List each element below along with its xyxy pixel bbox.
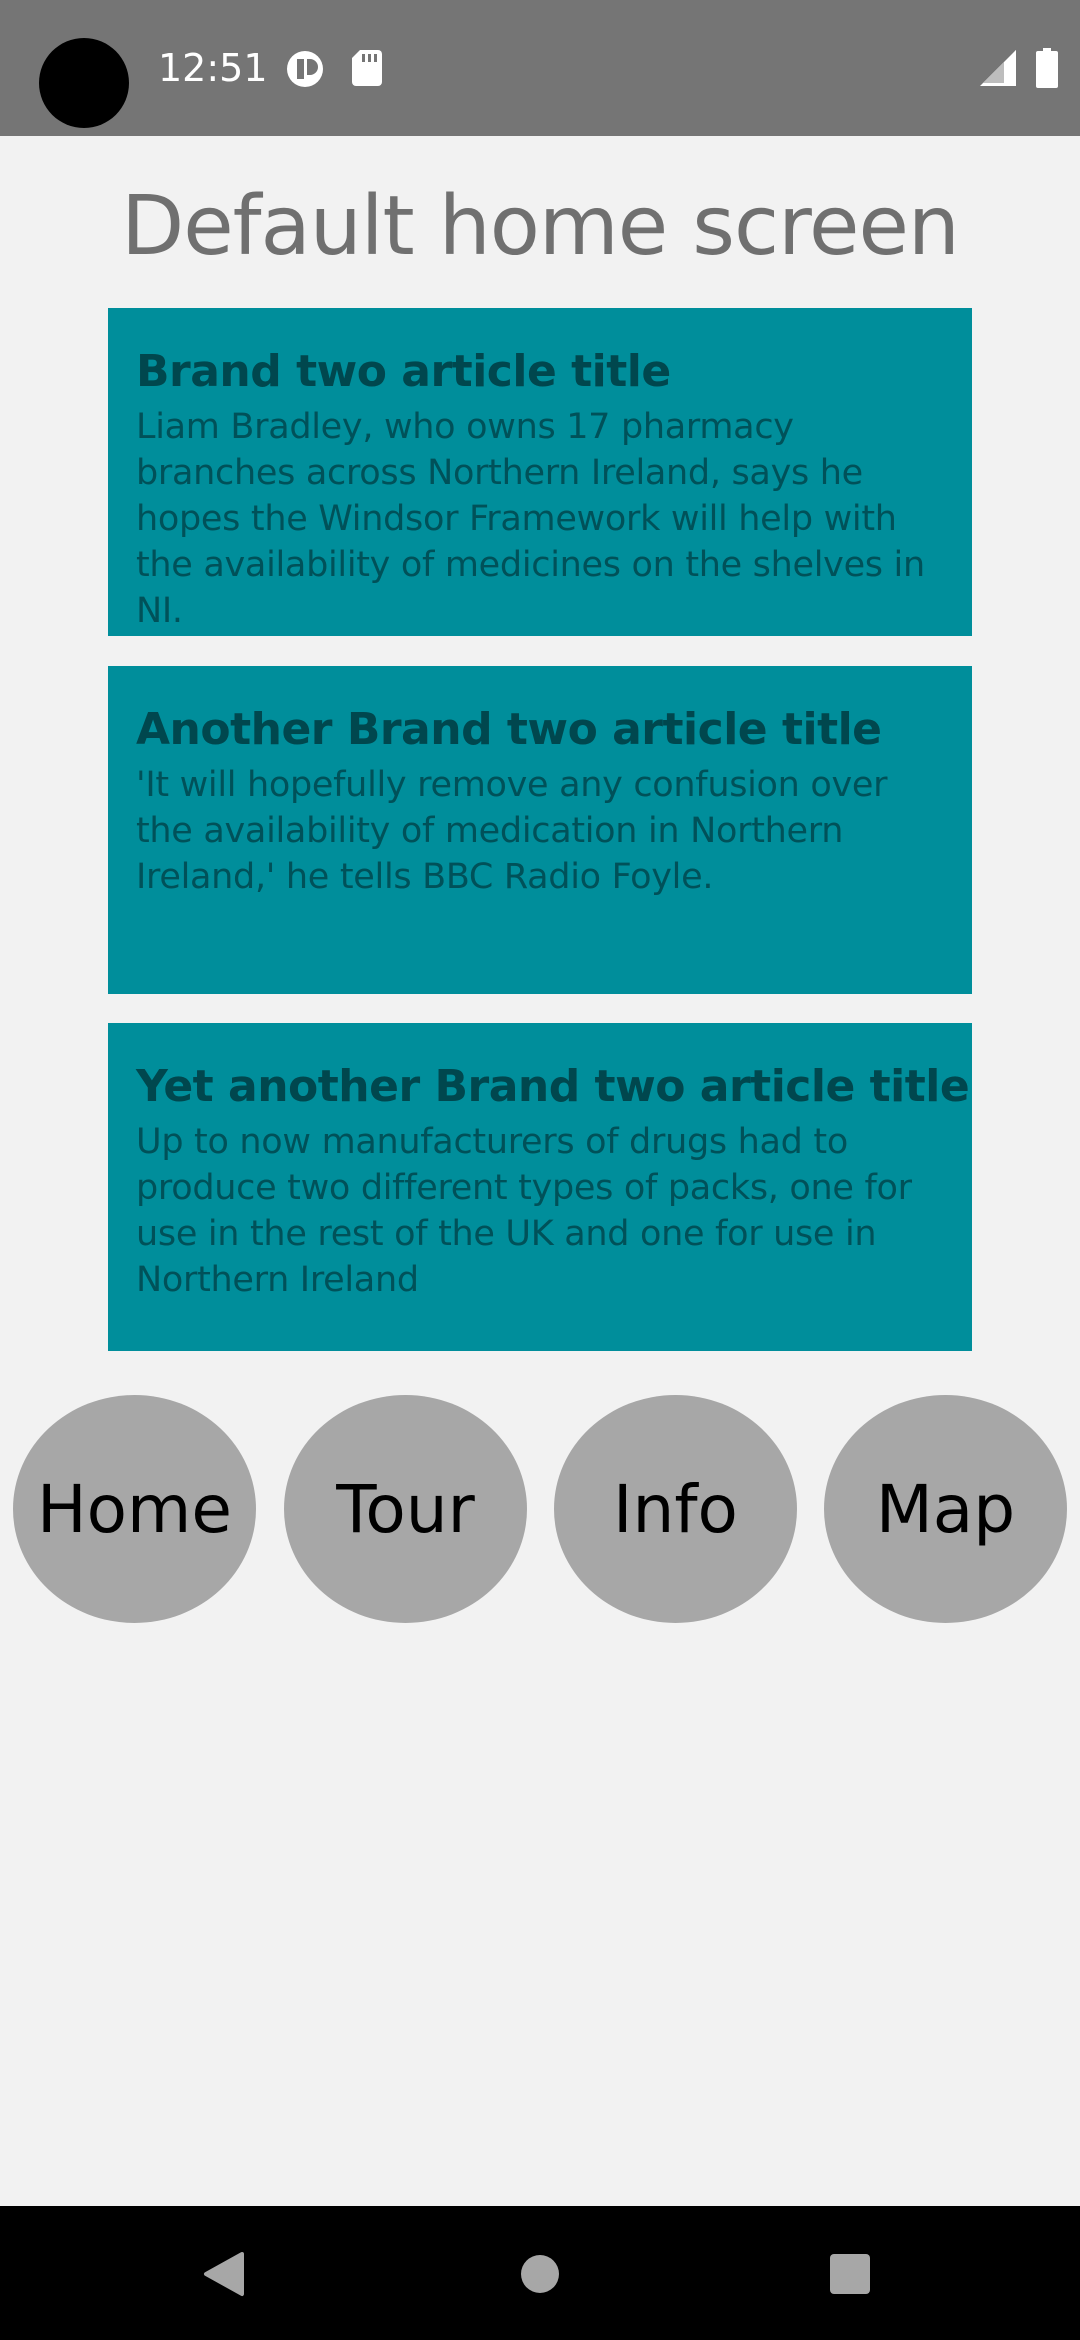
recents-icon[interactable] bbox=[829, 2253, 871, 2295]
app-notification-icon bbox=[287, 51, 323, 87]
article-card[interactable]: Another Brand two article title 'It will… bbox=[108, 666, 972, 994]
article-title: Brand two article title bbox=[136, 346, 671, 397]
camera-cutout bbox=[39, 38, 129, 128]
back-icon[interactable] bbox=[202, 2250, 246, 2298]
article-body: Liam Bradley, who owns 17 pharmacy branc… bbox=[136, 407, 925, 631]
battery-icon bbox=[1036, 48, 1058, 88]
page-title: Default home screen bbox=[121, 179, 960, 274]
home-button[interactable]: Home bbox=[13, 1395, 256, 1623]
status-bar: 12:51 bbox=[0, 0, 1080, 136]
article-title: Yet another Brand two article title bbox=[136, 1061, 970, 1112]
status-clock: 12:51 bbox=[158, 46, 268, 90]
info-button[interactable]: Info bbox=[554, 1395, 797, 1623]
cell-signal-icon bbox=[980, 50, 1016, 86]
map-button[interactable]: Map bbox=[824, 1395, 1067, 1623]
tour-button[interactable]: Tour bbox=[284, 1395, 527, 1623]
article-body: 'It will hopefully remove any confusion … bbox=[136, 765, 888, 897]
article-card[interactable]: Yet another Brand two article title Up t… bbox=[108, 1023, 972, 1351]
article-title: Another Brand two article title bbox=[136, 704, 882, 755]
home-icon[interactable] bbox=[520, 2254, 560, 2294]
system-navigation-bar bbox=[0, 2206, 1080, 2340]
article-body: Up to now manufacturers of drugs had to … bbox=[136, 1122, 912, 1300]
article-card[interactable]: Brand two article title Liam Bradley, wh… bbox=[108, 308, 972, 636]
sd-card-icon bbox=[352, 50, 382, 86]
